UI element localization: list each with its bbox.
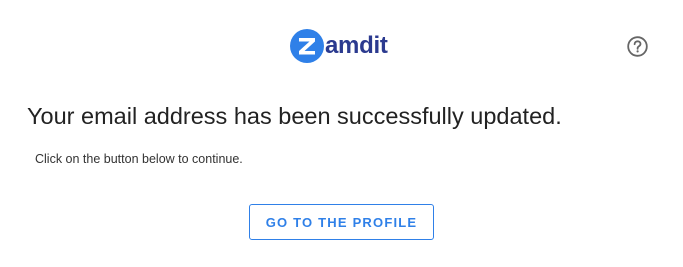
continue-instruction: Click on the button below to continue. xyxy=(35,152,243,166)
email-updated-page: amdit Your email address has been succes… xyxy=(0,0,683,267)
help-circle-icon[interactable] xyxy=(627,36,648,57)
logo-z-icon xyxy=(299,38,315,55)
zamdit-logo: amdit xyxy=(290,28,388,64)
success-headline: Your email address has been successfully… xyxy=(27,103,562,129)
logo-z-mark xyxy=(290,29,324,63)
logo-wordmark: amdit xyxy=(325,32,388,59)
go-to-profile-button[interactable]: GO TO THE PROFILE xyxy=(249,204,434,240)
